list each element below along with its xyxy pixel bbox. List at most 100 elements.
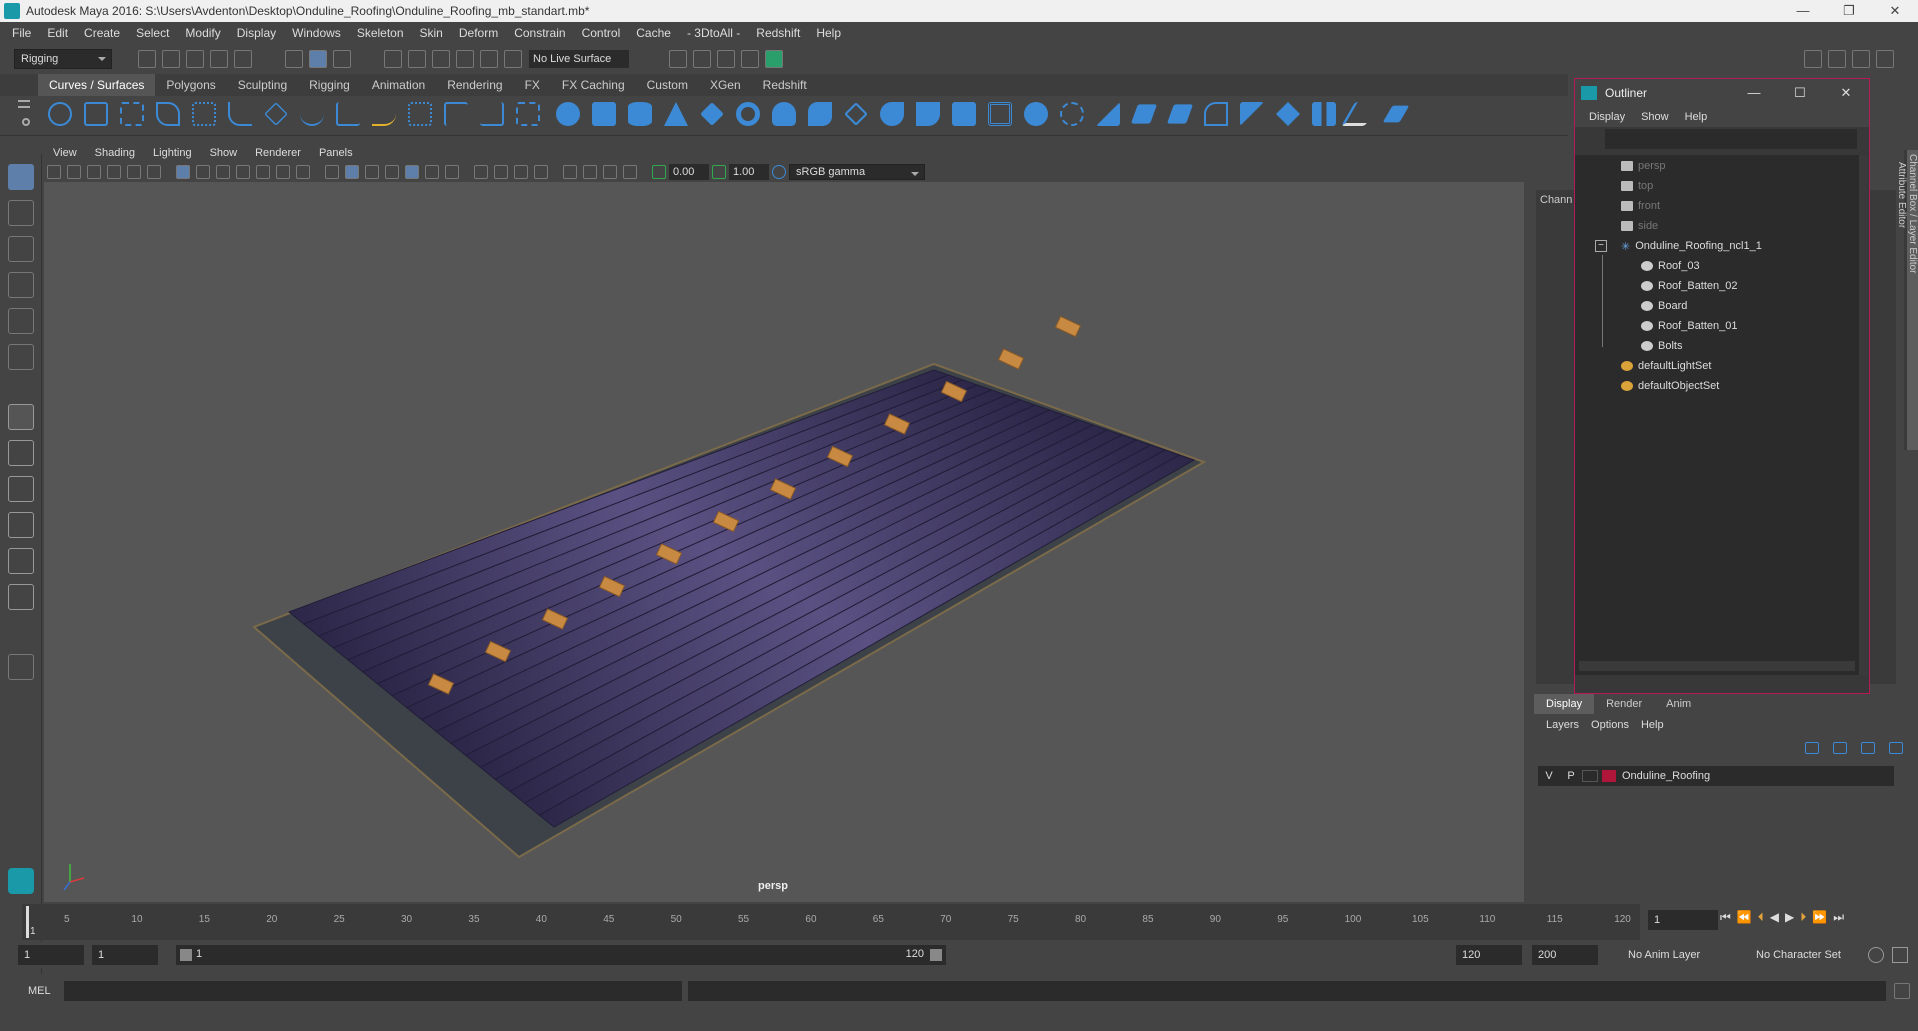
attach-surfaces-icon[interactable] [1204,102,1228,126]
character-set-select[interactable]: No Character Set [1752,945,1864,965]
panel-menu-renderer[interactable]: Renderer [246,147,310,159]
outliner-item-default-light-set[interactable]: defaultLightSet [1621,357,1711,375]
maximize-button[interactable]: ❐ [1826,3,1872,19]
lasso-tool-icon[interactable] [8,200,34,226]
nurbs-cone-icon[interactable] [664,102,688,126]
snap-live-icon[interactable] [504,50,522,68]
render-view-icon[interactable] [669,50,687,68]
menu-modify[interactable]: Modify [177,26,228,40]
time-slider[interactable]: 5 10 15 20 25 30 35 40 45 50 55 60 65 70 75 80 85 90 95 100… [22,904,1640,940]
add-points-icon[interactable] [480,102,504,126]
menu-redshift[interactable]: Redshift [748,26,808,40]
shelf-tab-custom[interactable]: Custom [636,74,699,96]
safe-title-icon[interactable] [296,165,310,179]
outliner-vertical-scrollbar[interactable] [1859,155,1867,675]
shelf-tab-xgen[interactable]: XGen [699,74,752,96]
rebuild-surface-icon[interactable] [1382,105,1410,123]
xray-active-components-icon[interactable] [603,165,617,179]
layer-playback-toggle[interactable]: P [1560,770,1582,782]
outliner-minimize-button[interactable]: — [1731,85,1777,101]
layer-name[interactable]: Onduline_Roofing [1622,770,1710,782]
panel-menu-lighting[interactable]: Lighting [144,147,201,159]
ep-curve-icon[interactable] [156,102,180,126]
outliner-layout-icon[interactable] [8,584,34,610]
shadows-icon[interactable] [445,165,459,179]
mode-selector[interactable]: Rigging [14,49,112,69]
play-forwards-icon[interactable]: ▶ [1785,910,1794,925]
persp-outliner-layout-icon[interactable] [8,548,34,574]
range-slider[interactable]: 1 120 [176,945,946,965]
rebuild-curve-icon[interactable] [444,102,468,126]
shelf-tab-redshift[interactable]: Redshift [752,74,818,96]
arc-icon[interactable] [228,102,252,126]
image-plane-icon[interactable] [107,165,121,179]
menu-select[interactable]: Select [128,26,177,40]
current-time-marker[interactable] [26,906,29,938]
layer-color-swatch[interactable] [1602,770,1616,782]
menu-display[interactable]: Display [229,26,284,40]
auto-key-icon[interactable] [1868,947,1884,963]
gate-mask-icon[interactable] [236,165,250,179]
side-by-side-layout-icon[interactable] [8,476,34,502]
xray-icon[interactable] [583,165,597,179]
outliner-item-persp[interactable]: persp [1621,157,1666,175]
hypershade-icon[interactable] [765,50,783,68]
nurbs-square-icon[interactable] [84,102,108,126]
range-start-handle[interactable] [180,949,192,961]
step-back-frame-icon[interactable]: ⏪ [1737,910,1752,925]
panel-menu-shading[interactable]: Shading [86,147,144,159]
menu-cache[interactable]: Cache [628,26,679,40]
save-scene-icon[interactable] [186,50,204,68]
viewport-persp[interactable]: persp [44,182,1524,902]
menu-deform[interactable]: Deform [451,26,506,40]
playback-end-field[interactable]: 120 [1456,945,1522,965]
nurbs-cube-icon[interactable] [592,102,616,126]
revolve-icon[interactable] [772,102,796,126]
live-surface-field[interactable]: No Live Surface [529,50,629,68]
outliner-menu-help[interactable]: Help [1677,111,1716,123]
color-management-icon[interactable] [772,165,786,179]
screen-space-ao-icon[interactable] [474,165,488,179]
birail-icon[interactable] [916,102,940,126]
close-button[interactable]: ✕ [1872,3,1918,19]
camera-select-icon[interactable] [47,165,61,179]
nurbs-circle-icon[interactable] [48,102,72,126]
square-surface-icon[interactable] [988,102,1012,126]
toggle-tool-settings-icon[interactable] [1852,50,1870,68]
play-backwards-icon[interactable]: ◀ [1770,910,1779,925]
outliner-maximize-button[interactable]: ☐ [1777,85,1823,101]
ipr-render-icon[interactable] [717,50,735,68]
shelf-tab-sculpting[interactable]: Sculpting [227,74,298,96]
textured-icon[interactable] [405,165,419,179]
menu-skeleton[interactable]: Skeleton [349,26,412,40]
step-forward-frame-icon[interactable]: ⏩ [1812,910,1827,925]
open-close-surface-icon[interactable] [1276,102,1300,126]
nurbs-plane-icon[interactable] [700,102,724,126]
exposure-icon[interactable] [652,165,666,179]
menu-help[interactable]: Help [808,26,849,40]
four-view-layout-icon[interactable] [8,440,34,466]
detach-curves-icon[interactable] [300,102,324,126]
grease-pencil-icon[interactable] [147,165,161,179]
exposure-field[interactable]: 0.00 [669,164,709,180]
redo-icon[interactable] [234,50,252,68]
layer-display-type-toggle[interactable] [1582,770,1598,782]
menu-skin[interactable]: Skin [412,26,451,40]
planar-icon[interactable] [844,102,868,126]
offset-curve-icon[interactable] [408,102,432,126]
current-frame-field[interactable]: 1 [1648,910,1718,930]
go-to-start-icon[interactable]: ⏮ [1720,910,1731,925]
toggle-channel-box-icon[interactable] [1876,50,1894,68]
snap-grid-icon[interactable] [384,50,402,68]
extend-curve-icon[interactable] [372,102,396,126]
safe-action-icon[interactable] [276,165,290,179]
script-editor-icon[interactable] [1894,983,1910,999]
select-hierarchy-icon[interactable] [285,50,303,68]
outliner-close-button[interactable]: ✕ [1823,85,1869,101]
snap-curve-icon[interactable] [408,50,426,68]
move-tool-icon[interactable] [8,272,34,298]
panel-menu-show[interactable]: Show [201,147,247,159]
outliner-item-roof-batten-02[interactable]: Roof_Batten_02 [1641,277,1738,295]
step-forward-key-icon[interactable]: ⏵ [1800,910,1806,925]
menu-control[interactable]: Control [574,26,629,40]
